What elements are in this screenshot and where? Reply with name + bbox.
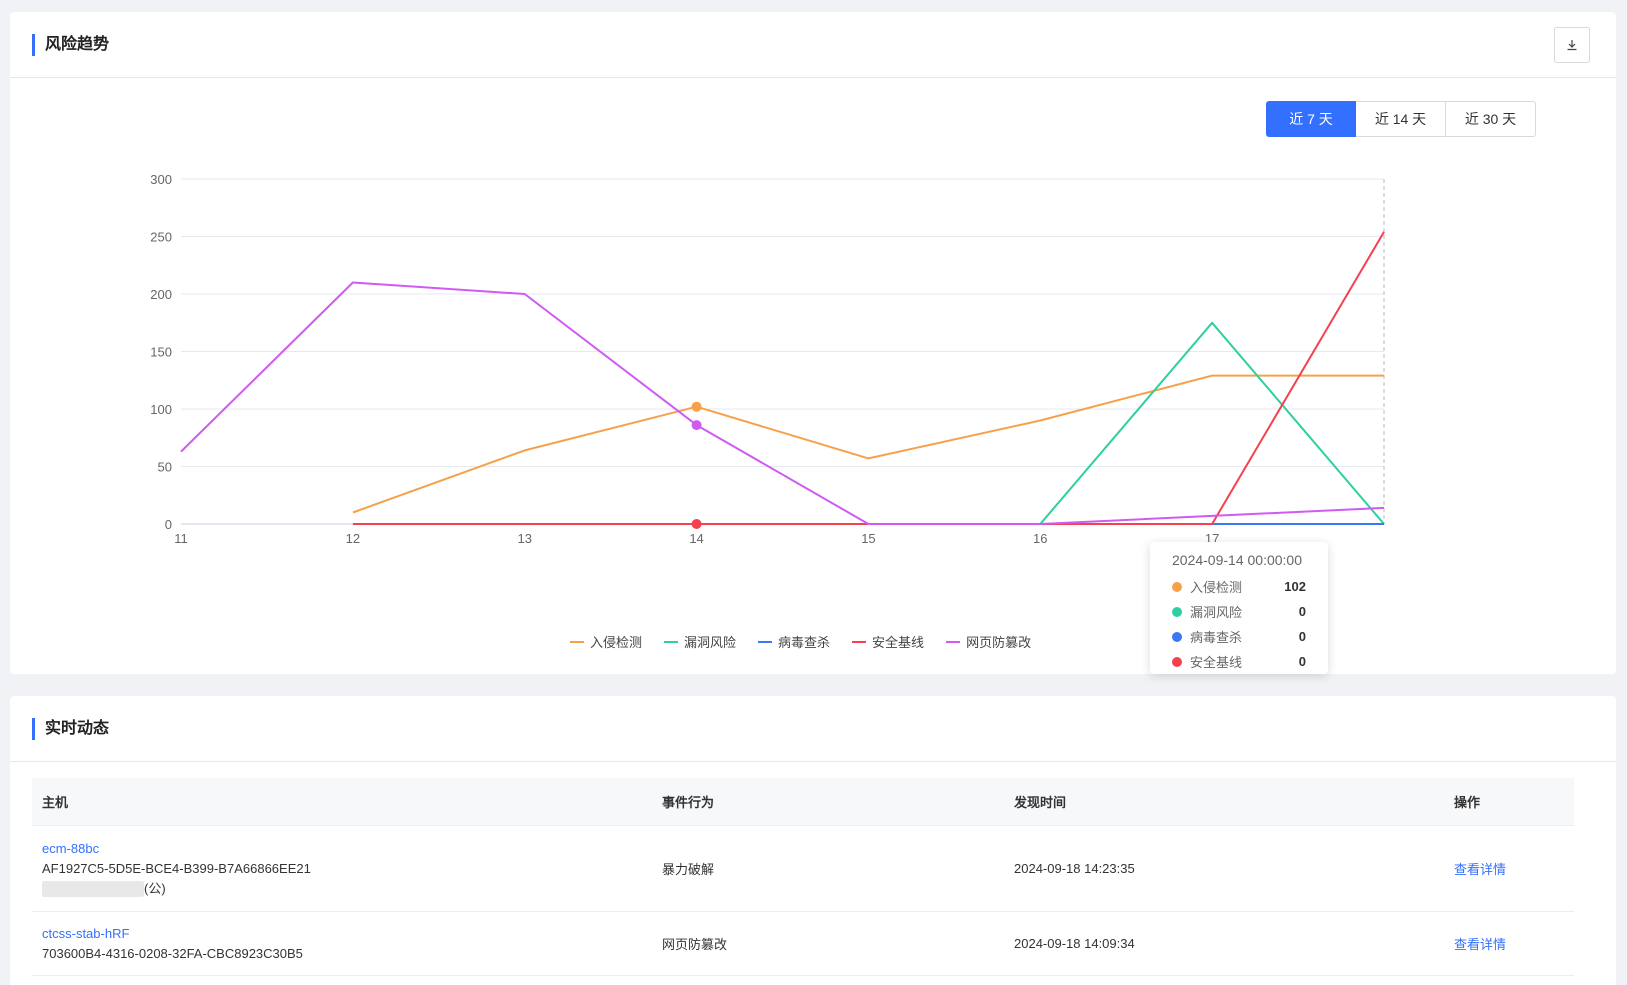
column-header-event[interactable]: 事件行为 xyxy=(652,792,1004,811)
y-tick-label: 250 xyxy=(150,230,172,245)
event-cell: 网页防篡改 xyxy=(662,937,728,952)
column-header-host[interactable]: 主机 xyxy=(32,792,652,811)
risk-trend-chart[interactable]: 05010015020025030011 12 13 14 15 16 17 xyxy=(10,12,1616,674)
tooltip-dot xyxy=(1172,606,1182,617)
legend-label: 网页防篡改 xyxy=(966,635,1032,650)
legend-item-intrusion[interactable]: 入侵检测 xyxy=(570,632,642,651)
column-header-time[interactable]: 发现时间 xyxy=(1004,792,1444,811)
tooltip-row: 漏洞风险 0 xyxy=(1172,599,1306,624)
y-tick-label: 150 xyxy=(150,345,172,360)
table-row: ctcss-stab-hRF 703600B4-4316-0208-32FA-C… xyxy=(32,912,1574,976)
legend-item-baseline[interactable]: 安全基线 xyxy=(852,632,924,651)
tooltip-name: 安全基线 xyxy=(1190,655,1243,670)
event-cell: 暴力破解 xyxy=(662,862,715,877)
time-cell: 2024-09-18 14:23:35 xyxy=(1014,861,1135,876)
host-cell: ctcss-stab-hRF 703600B4-4316-0208-32FA-C… xyxy=(32,924,652,964)
x-tick-label: 12 xyxy=(346,531,360,546)
x-tick-label: 14 xyxy=(689,531,703,546)
highlight-point xyxy=(691,420,702,431)
y-tick-label: 50 xyxy=(158,460,172,475)
host-name-link[interactable]: ecm-88bc xyxy=(42,839,652,859)
risk-trend-card: 风险趋势 近 7 天 近 14 天 近 30 天 0 50 100 150 200 250… xyxy=(10,12,1616,674)
highlight-point xyxy=(691,401,702,412)
series-line-3 xyxy=(352,231,1385,525)
highlight-point xyxy=(691,519,702,529)
tooltip-value: 0 xyxy=(1298,629,1306,644)
live-activity-card: 实时动态 主机 事件行为 发现时间 操作 ecm-88bc AF1927C5-5… xyxy=(10,696,1616,985)
tooltip-dot xyxy=(1172,581,1182,592)
y-tick-label: 100 xyxy=(150,402,172,417)
series-line-4 xyxy=(180,281,1385,525)
legend-label: 病毒查杀 xyxy=(778,635,831,650)
chart-tooltip: 2024-09-14 00:00:00 入侵检测 102 漏洞风险 0 病毒查杀… xyxy=(1150,542,1328,674)
chart-legend: 入侵检测 漏洞风险 病毒查杀 安全基线 网页防篡改 xyxy=(570,632,1031,651)
action-cell: 查看详情 xyxy=(1444,859,1574,878)
x-tick-label: 11 xyxy=(174,531,188,546)
masked-ip xyxy=(42,880,144,897)
tooltip-row: 入侵检测 102 xyxy=(1172,574,1306,599)
tooltip-name: 入侵检测 xyxy=(1190,580,1243,595)
series-line-0 xyxy=(352,374,1384,514)
host-cell: ecm-88bc AF1927C5-5D5E-BCE4-B399-B7A6686… xyxy=(32,839,652,899)
live-activity-header: 实时动态 xyxy=(10,696,1616,762)
host-ip: (公) xyxy=(42,879,652,899)
x-tick-label: 15 xyxy=(861,531,875,546)
legend-swatch xyxy=(758,640,773,643)
legend-item-vulnerability[interactable]: 漏洞风险 xyxy=(664,632,736,651)
legend-label: 入侵检测 xyxy=(590,635,643,650)
legend-label: 安全基线 xyxy=(872,635,925,650)
action-cell: 查看详情 xyxy=(1444,934,1574,953)
column-header-action[interactable]: 操作 xyxy=(1444,792,1574,811)
table-row: ecm-88bc AF1927C5-5D5E-BCE4-B399-B7A6686… xyxy=(32,826,1574,912)
legend-swatch xyxy=(946,640,961,643)
host-name-link[interactable]: ctcss-stab-hRF xyxy=(42,924,652,944)
tooltip-value: 0 xyxy=(1298,604,1306,619)
host-id: AF1927C5-5D5E-BCE4-B399-B7A66866EE21 xyxy=(42,860,311,876)
legend-swatch xyxy=(570,640,584,643)
tooltip-dot xyxy=(1172,656,1182,667)
view-details-link[interactable]: 查看详情 xyxy=(1454,862,1506,877)
tooltip-title: 2024-09-14 00:00:00 xyxy=(1172,552,1302,568)
tooltip-name: 病毒查杀 xyxy=(1190,630,1243,645)
legend-label: 漏洞风险 xyxy=(684,635,737,650)
activity-table: 主机 事件行为 发现时间 操作 ecm-88bc AF1927C5-5D5E-B… xyxy=(32,778,1574,976)
time-cell: 2024-09-18 14:09:34 xyxy=(1014,936,1135,951)
legend-swatch xyxy=(664,640,679,643)
legend-item-virus[interactable]: 病毒查杀 xyxy=(758,632,830,651)
tooltip-row: 病毒查杀 0 xyxy=(1172,624,1306,649)
live-activity-title: 实时动态 xyxy=(32,718,109,740)
y-tick-label: 200 xyxy=(150,287,172,302)
y-tick-label: 0 xyxy=(165,517,172,532)
tooltip-value: 102 xyxy=(1284,579,1306,594)
ip-type: (公) xyxy=(144,880,166,896)
tooltip-value: 0 xyxy=(1298,654,1306,669)
legend-swatch xyxy=(852,640,867,643)
host-id: 703600B4-4316-0208-32FA-CBC8923C30B5 xyxy=(42,945,303,961)
table-header: 主机 事件行为 发现时间 操作 xyxy=(32,778,1574,826)
tooltip-row: 安全基线 0 xyxy=(1172,649,1306,674)
x-tick-label: 16 xyxy=(1033,531,1047,546)
y-tick-label: 300 xyxy=(150,172,172,187)
legend-item-web-tamper[interactable]: 网页防篡改 xyxy=(946,632,1031,651)
tooltip-name: 漏洞风险 xyxy=(1190,605,1243,620)
series-line-1 xyxy=(1039,321,1385,525)
tooltip-dot xyxy=(1172,631,1182,642)
x-tick-label: 13 xyxy=(517,531,531,546)
view-details-link[interactable]: 查看详情 xyxy=(1454,937,1506,952)
